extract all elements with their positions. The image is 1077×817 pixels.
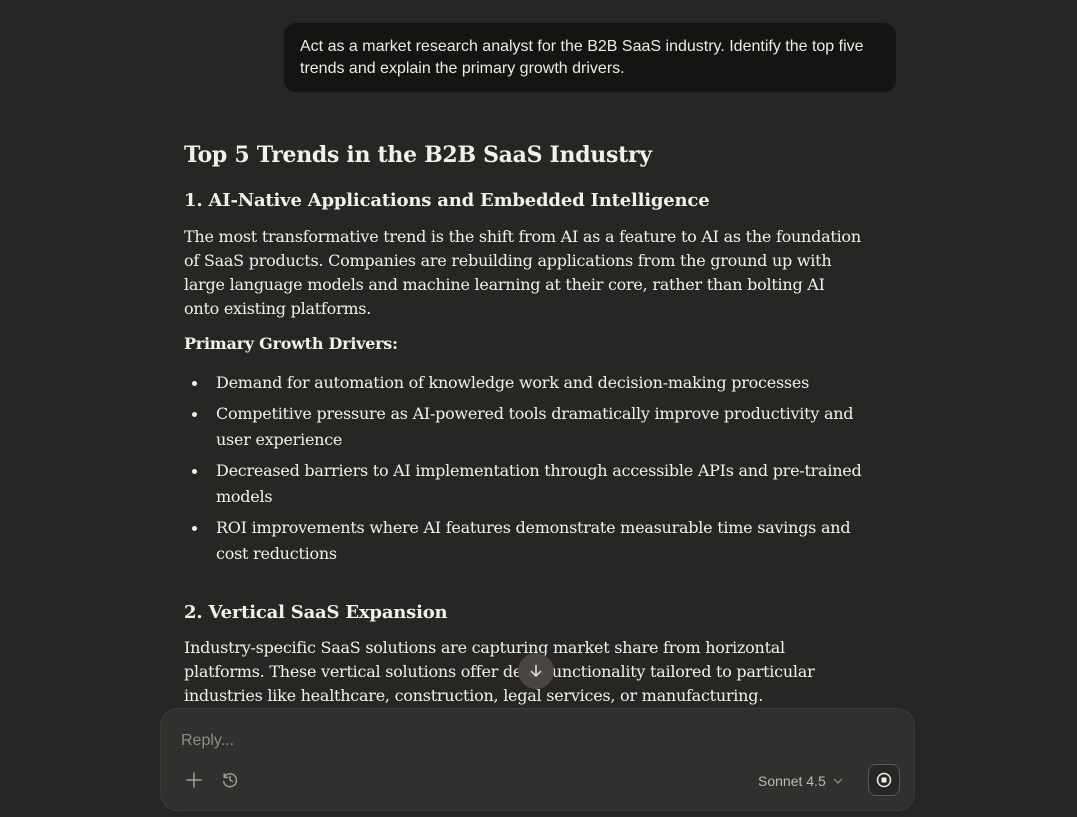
section-heading-2: 2. Vertical SaaS Expansion — [184, 602, 448, 623]
response-title: Top 5 Trends in the B2B SaaS Industry — [184, 142, 652, 168]
bullet-icon — [192, 526, 197, 531]
list-item: ROI improvements where AI features demon… — [184, 515, 864, 567]
user-message-text: Act as a market research analyst for the… — [300, 38, 864, 77]
reply-composer: Sonnet 4.5 — [160, 708, 915, 811]
bullet-icon — [192, 412, 197, 417]
plus-icon — [186, 772, 202, 788]
list-item-text: ROI improvements where AI features demon… — [216, 518, 851, 563]
stop-button[interactable] — [868, 764, 900, 796]
history-button[interactable] — [218, 768, 242, 792]
bullet-icon — [192, 381, 197, 386]
list-item: Competitive pressure as AI-powered tools… — [184, 401, 864, 453]
arrow-down-icon — [530, 664, 542, 677]
user-message: Act as a market research analyst for the… — [284, 23, 896, 92]
model-name: Sonnet 4.5 — [758, 773, 826, 789]
list-item-text: Demand for automation of knowledge work … — [216, 373, 810, 392]
model-selector[interactable]: Sonnet 4.5 — [758, 770, 844, 792]
section-heading-1: 1. AI-Native Applications and Embedded I… — [184, 190, 710, 211]
drivers-list: Demand for automation of knowledge work … — [184, 370, 864, 572]
drivers-label: Primary Growth Drivers: — [184, 334, 398, 353]
chevron-down-icon — [833, 778, 842, 784]
list-item-text: Decreased barriers to AI implementation … — [216, 461, 862, 506]
list-item: Demand for automation of knowledge work … — [184, 370, 864, 396]
stop-icon — [876, 772, 892, 788]
add-button[interactable] — [182, 768, 206, 792]
list-item: Decreased barriers to AI implementation … — [184, 458, 864, 510]
bullet-icon — [192, 469, 197, 474]
scroll-to-bottom-button[interactable] — [518, 653, 554, 689]
section-paragraph-1: The most transformative trend is the shi… — [184, 227, 861, 318]
reply-input[interactable] — [181, 729, 881, 753]
list-item-text: Competitive pressure as AI-powered tools… — [216, 404, 854, 449]
clock-history-icon — [222, 773, 238, 788]
